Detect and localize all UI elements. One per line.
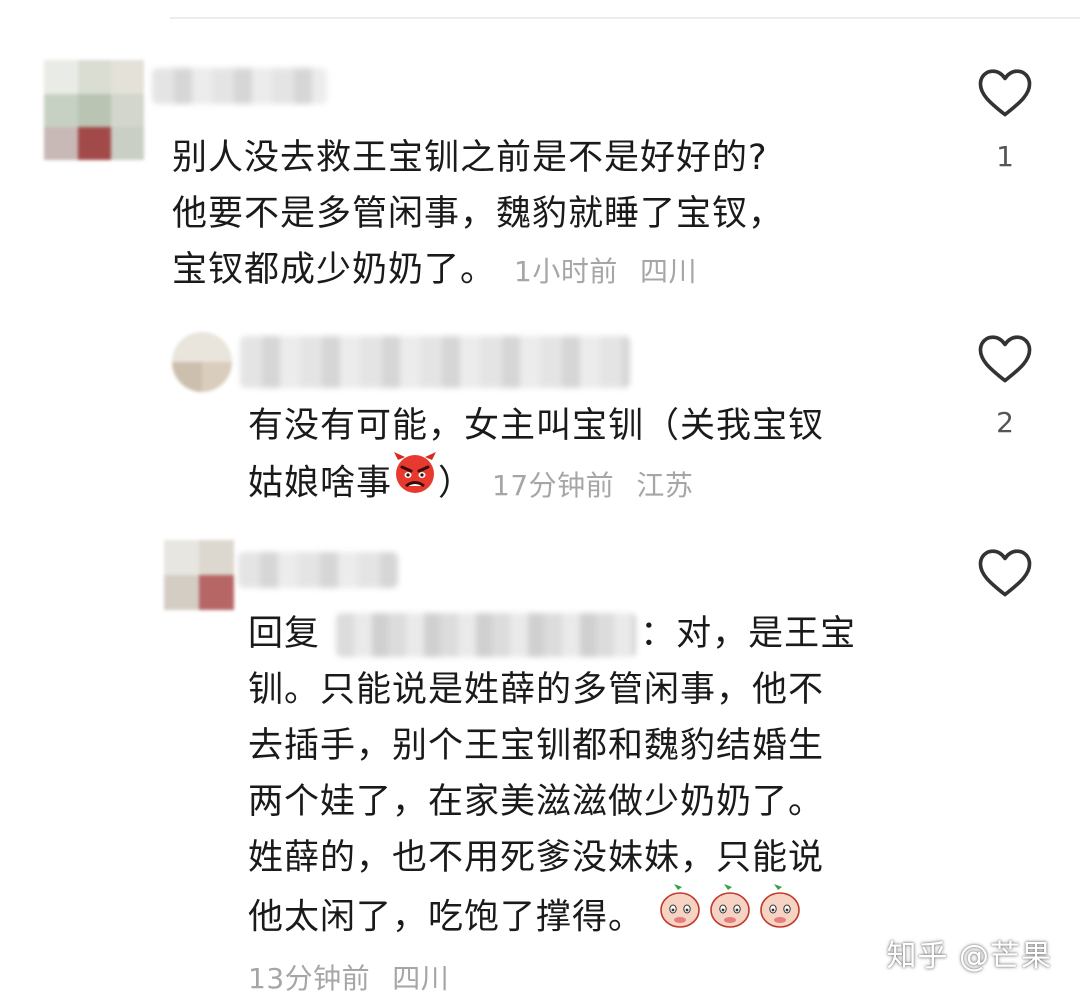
username[interactable] — [152, 68, 327, 104]
heart-outline-icon — [978, 335, 1032, 383]
comment-time: 17分钟前 — [492, 468, 615, 502]
heart-outline-icon — [978, 549, 1032, 597]
comment-location: 四川 — [639, 255, 697, 288]
angry-face-emoji — [392, 450, 438, 511]
watermark: 知乎 @芒果 — [886, 939, 1052, 974]
username[interactable] — [240, 336, 630, 388]
heart-outline-icon — [978, 69, 1032, 117]
comment-text: 回复 ：对，是王宝 钏。只能说是姓薛的多管闲事，他不 去插手，别个王宝钏都和魏豹… — [248, 613, 857, 995]
like-button[interactable]: 2 — [970, 334, 1040, 439]
like-button[interactable] — [970, 548, 1040, 598]
username[interactable] — [238, 552, 398, 588]
like-count: 2 — [996, 406, 1014, 439]
comment-text: 别人没去救王宝钏之前是不是好好的? 他要不是多管闲事，魏豹就睡了宝钗， 宝钗都成… — [172, 138, 785, 290]
peach-sticker-emoji — [656, 882, 806, 947]
avatar[interactable] — [172, 332, 232, 392]
comment-text: 有没有可能，女主叫宝钏（关我宝钗 姑娘啥事 ） 17分钟前 江苏 — [248, 398, 824, 515]
like-button[interactable]: 1 — [970, 68, 1040, 173]
comment-time: 13分钟前 — [248, 962, 371, 995]
comment-thread: 别人没去救王宝钏之前是不是好好的? 他要不是多管闲事，魏豹就睡了宝钗， 宝钗都成… — [0, 0, 1080, 999]
comment-location: 江苏 — [636, 468, 694, 502]
divider — [170, 17, 1080, 19]
reply-target-username[interactable] — [336, 613, 637, 657]
comment-time: 1小时前 — [514, 255, 618, 288]
like-count: 1 — [996, 140, 1014, 173]
reply-prefix: 回复 — [248, 614, 321, 654]
avatar[interactable] — [44, 60, 144, 160]
avatar[interactable] — [164, 540, 234, 610]
comment-location: 四川 — [392, 962, 450, 995]
